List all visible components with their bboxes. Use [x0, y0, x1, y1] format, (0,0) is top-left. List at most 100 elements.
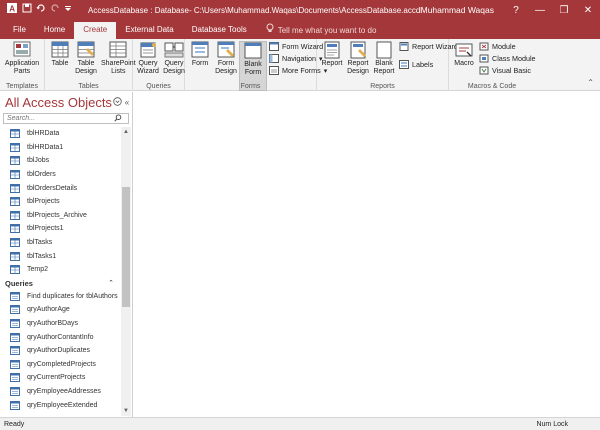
table-design-icon	[77, 41, 95, 58]
nav-item-label: tblProjects_Archive	[27, 211, 87, 219]
shutter-bar-close-icon[interactable]: «	[122, 98, 132, 107]
navigation-search-input[interactable]	[4, 115, 114, 122]
svg-text:A: A	[9, 5, 15, 14]
status-bar: Ready Num Lock	[0, 417, 600, 430]
nav-item-label: tblHRData1	[27, 143, 64, 151]
nav-query-item[interactable]: qryAuthorDuplicates	[0, 344, 120, 358]
nav-group-queries[interactable]: Queries ⌃	[0, 277, 120, 290]
table-icon	[10, 251, 20, 261]
redo-icon[interactable]	[50, 3, 60, 17]
nav-item-label: tblJobs	[27, 157, 50, 165]
templates-group-label: Templates	[6, 83, 38, 90]
module-button[interactable]: Module	[479, 41, 536, 51]
form-design-icon	[217, 41, 235, 58]
report-icon	[324, 41, 340, 59]
title-bar: A AccessDatabase : Database- C:\Users\Mu…	[0, 0, 600, 20]
query-icon	[10, 400, 20, 410]
close-button[interactable]: ✕	[578, 5, 598, 16]
chevron-up-icon[interactable]: ⌃	[108, 279, 114, 287]
navigation-scrollbar[interactable]: ▲ ▼	[121, 127, 131, 416]
undo-icon[interactable]	[36, 3, 46, 17]
scroll-down-icon[interactable]: ▼	[121, 406, 131, 416]
nav-table-item[interactable]: tblTasks	[0, 236, 120, 250]
nav-item-label: Temp2	[27, 266, 49, 274]
user-name[interactable]: Muhammad Waqas	[421, 5, 504, 15]
macro-icon	[455, 43, 473, 57]
class-module-button[interactable]: Class Module	[479, 53, 536, 63]
restore-button[interactable]: ❐	[554, 5, 574, 16]
navigation-search-box[interactable]	[3, 113, 129, 124]
nav-table-item[interactable]: tblHRData	[0, 127, 120, 141]
table-icon	[10, 210, 20, 220]
nav-item-label: tblTasks	[27, 239, 53, 247]
navigation-pane-title: All Access Objects	[5, 94, 112, 110]
navigation-pane-header[interactable]: All Access Objects «	[0, 92, 132, 112]
tab-external-data[interactable]: External Data	[116, 22, 182, 39]
status-text: Ready	[4, 420, 25, 428]
nav-table-item[interactable]: tblProjects	[0, 195, 120, 209]
query-icon	[10, 291, 20, 301]
query-design-icon	[164, 42, 184, 58]
num-lock-indicator: Num Lock	[536, 420, 568, 428]
access-icon[interactable]: A	[6, 2, 18, 18]
navigation-pane: All Access Objects « tblHRData tblHRData1…	[0, 92, 133, 417]
report-wizard-icon	[399, 41, 409, 51]
nav-item-label: qryEmployeeExtended	[27, 401, 98, 409]
nav-item-label: tblProjects1	[27, 225, 64, 233]
tab-create[interactable]: Create	[74, 22, 117, 39]
tab-home[interactable]: Home	[35, 22, 74, 39]
nav-table-item[interactable]: tblOrdersDetails	[0, 181, 120, 195]
nav-table-item[interactable]: tblProjects1	[0, 222, 120, 236]
nav-item-label: qryEmployeeAddresses	[27, 387, 101, 395]
minimize-button[interactable]: —	[530, 5, 550, 16]
macros-code-group-label: Macros & Code	[467, 83, 517, 90]
nav-item-label: qryCurrentProjects	[27, 374, 86, 382]
window-title: AccessDatabase : Database- C:\Users\Muha…	[88, 5, 421, 15]
query-icon	[10, 332, 20, 342]
nav-query-item[interactable]: qryCurrentProjects	[0, 371, 120, 385]
nav-table-item[interactable]: tblProjects_Archive	[0, 209, 120, 223]
nav-query-item[interactable]: qryCompletedProjects	[0, 358, 120, 372]
tab-database-tools[interactable]: Database Tools	[183, 22, 256, 39]
collapse-ribbon-icon[interactable]: ⌃	[587, 78, 594, 87]
customize-icon[interactable]	[64, 3, 72, 17]
tab-file[interactable]: File	[4, 22, 35, 39]
templates-group: Application Parts Templates	[0, 39, 45, 91]
form-wizard-icon	[269, 41, 279, 51]
window-controls: ? — ❐ ✕	[504, 5, 600, 16]
nav-query-item[interactable]: qryAuthorContantInfo	[0, 330, 120, 344]
scrollbar-thumb[interactable]	[122, 187, 130, 307]
nav-table-item[interactable]: tblJobs	[0, 154, 120, 168]
visual-basic-button[interactable]: Visual Basic	[479, 65, 536, 75]
forms-group: Form Form Design Blank Form Form Wizard …	[185, 39, 327, 91]
macros-code-group: Macro Module Class Module Visual Basic M…	[449, 39, 535, 91]
nav-table-item[interactable]: Temp2	[0, 263, 120, 277]
save-icon[interactable]	[22, 3, 32, 17]
nav-table-item[interactable]: tblHRData1	[0, 141, 120, 155]
nav-query-item[interactable]: Find duplicates for tblAuthors	[0, 290, 120, 304]
nav-item-label: tblOrders	[27, 171, 56, 179]
query-icon	[10, 346, 20, 356]
query-icon	[10, 359, 20, 369]
table-icon	[10, 224, 20, 234]
table-icon	[10, 142, 20, 152]
query-icon	[10, 319, 20, 329]
dropdown-circle-icon[interactable]	[112, 96, 122, 108]
nav-query-item[interactable]: qryAuthorBDays	[0, 317, 120, 331]
scroll-up-icon[interactable]: ▲	[121, 127, 131, 137]
help-icon[interactable]: ?	[506, 5, 526, 16]
nav-table-item[interactable]: tblTasks1	[0, 249, 120, 263]
tables-group-label: Tables	[78, 83, 99, 90]
tell-me-box[interactable]: Tell me what you want to do	[256, 22, 376, 39]
table-icon	[10, 238, 20, 248]
nav-group-label: Queries	[5, 278, 33, 288]
nav-query-item[interactable]: qryAuthorAge	[0, 303, 120, 317]
form-icon	[191, 41, 209, 58]
nav-item-label: tblTasks1	[27, 252, 57, 260]
table-icon	[10, 156, 20, 166]
nav-item-label: tblOrdersDetails	[27, 184, 78, 192]
nav-table-item[interactable]: tblOrders	[0, 168, 120, 182]
search-icon[interactable]	[114, 113, 124, 124]
nav-query-item[interactable]: qryEmployeeAddresses	[0, 385, 120, 399]
nav-query-item[interactable]: qryEmployeeExtended	[0, 398, 120, 412]
